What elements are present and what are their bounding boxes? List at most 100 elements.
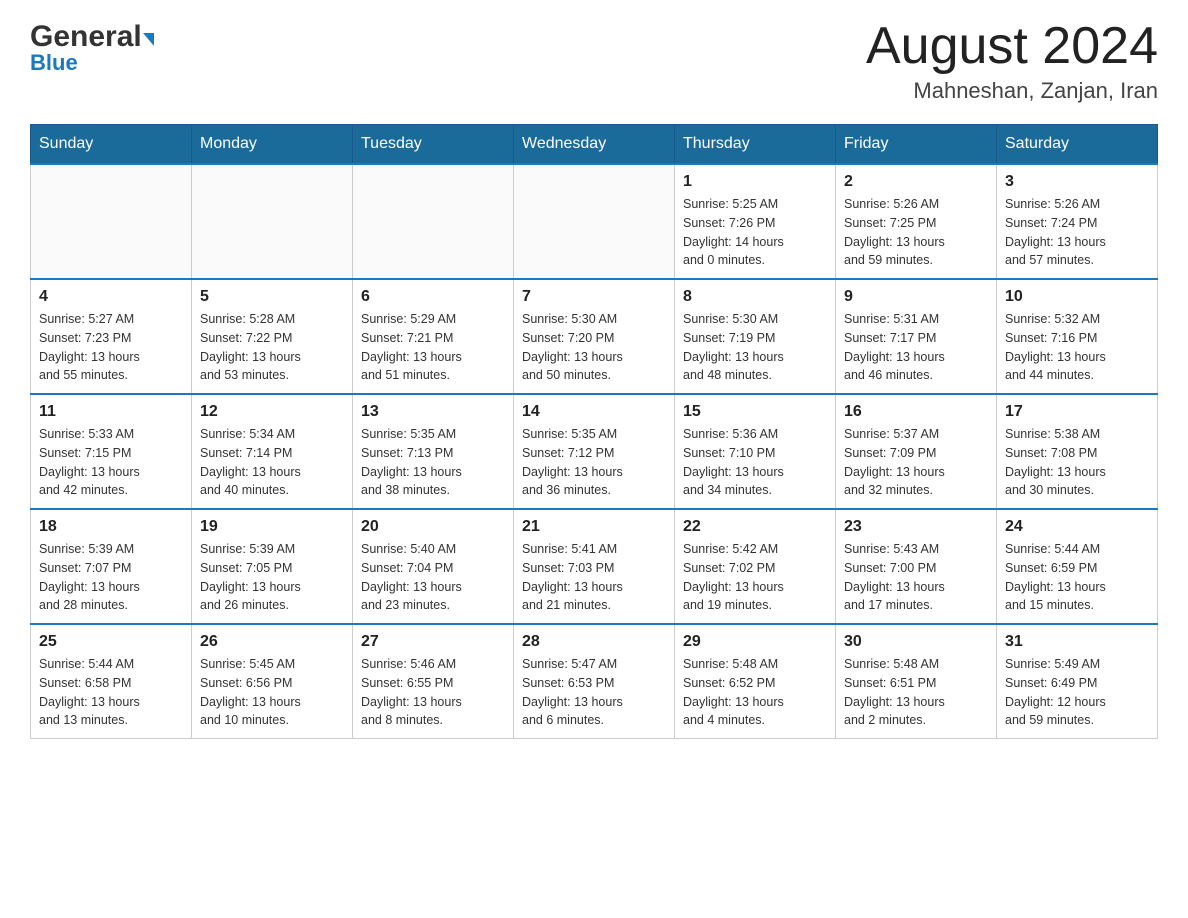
day-number: 31 (1005, 633, 1149, 651)
calendar-day-cell: 9 Sunrise: 5:31 AM Sunset: 7:17 PM Daylig… (836, 279, 997, 394)
calendar-day-cell: 2 Sunrise: 5:26 AM Sunset: 7:25 PM Daylig… (836, 164, 997, 279)
calendar-day-cell: 6Sunrise: 5:29 AM Sunset: 7:21 PM Daylig… (353, 279, 514, 394)
day-number: 17 (1005, 403, 1149, 421)
calendar-day-cell: 30 Sunrise: 5:48 AM Sunset: 6:51 PM Dayli… (836, 624, 997, 739)
day-info: Sunrise: 5:30 AM Sunset: 7:19 PM Dayligh… (683, 310, 827, 385)
calendar-header-row: SundayMondayTuesdayWednesdayThursdayFrid… (31, 125, 1158, 165)
day-info: Sunrise: 5:26 AM Sunset: 7:24 PM Dayligh… (1005, 195, 1149, 270)
day-info: Sunrise: 5:28 AM Sunset: 7:22 PM Dayligh… (200, 310, 344, 385)
calendar-day-cell: 22 Sunrise: 5:42 AM Sunset: 7:02 PM Dayli… (675, 509, 836, 624)
day-number: 14 (522, 403, 666, 421)
logo-general-text: General (30, 20, 142, 54)
calendar-week-row: 18 Sunrise: 5:39 AM Sunset: 7:07 PM Dayli… (31, 509, 1158, 624)
day-of-week-header: Wednesday (514, 125, 675, 165)
calendar-day-cell: 13Sunrise: 5:35 AM Sunset: 7:13 PM Dayli… (353, 394, 514, 509)
day-number: 11 (39, 403, 183, 421)
calendar-day-cell: 7Sunrise: 5:30 AM Sunset: 7:20 PM Daylig… (514, 279, 675, 394)
calendar-day-cell: 14 Sunrise: 5:35 AM Sunset: 7:12 PM Dayli… (514, 394, 675, 509)
day-info: Sunrise: 5:44 AM Sunset: 6:58 PM Dayligh… (39, 655, 183, 730)
day-info: Sunrise: 5:35 AM Sunset: 7:13 PM Dayligh… (361, 425, 505, 500)
day-number: 5 (200, 288, 344, 306)
calendar-day-cell (514, 164, 675, 279)
day-info: Sunrise: 5:48 AM Sunset: 6:51 PM Dayligh… (844, 655, 988, 730)
day-number: 28 (522, 633, 666, 651)
day-info: Sunrise: 5:44 AM Sunset: 6:59 PM Dayligh… (1005, 540, 1149, 615)
day-number: 2 (844, 173, 988, 191)
page-header: General Blue August 2024 Mahneshan, Zanj… (30, 20, 1158, 104)
day-info: Sunrise: 5:34 AM Sunset: 7:14 PM Dayligh… (200, 425, 344, 500)
logo-blue-text: Blue (30, 50, 78, 76)
day-number: 9 (844, 288, 988, 306)
day-number: 1 (683, 173, 827, 191)
day-number: 10 (1005, 288, 1149, 306)
day-of-week-header: Tuesday (353, 125, 514, 165)
day-info: Sunrise: 5:39 AM Sunset: 7:05 PM Dayligh… (200, 540, 344, 615)
day-of-week-header: Monday (192, 125, 353, 165)
calendar-day-cell (192, 164, 353, 279)
logo-arrow-icon (143, 33, 154, 46)
calendar-day-cell: 1 Sunrise: 5:25 AM Sunset: 7:26 PM Daylig… (675, 164, 836, 279)
day-number: 29 (683, 633, 827, 651)
day-info: Sunrise: 5:33 AM Sunset: 7:15 PM Dayligh… (39, 425, 183, 500)
day-info: Sunrise: 5:25 AM Sunset: 7:26 PM Dayligh… (683, 195, 827, 270)
calendar-day-cell: 29 Sunrise: 5:48 AM Sunset: 6:52 PM Dayli… (675, 624, 836, 739)
location-text: Mahneshan, Zanjan, Iran (866, 78, 1158, 104)
month-year-title: August 2024 (866, 20, 1158, 72)
day-of-week-header: Thursday (675, 125, 836, 165)
calendar-table: SundayMondayTuesdayWednesdayThursdayFrid… (30, 124, 1158, 739)
calendar-day-cell: 19 Sunrise: 5:39 AM Sunset: 7:05 PM Dayli… (192, 509, 353, 624)
calendar-day-cell: 21Sunrise: 5:41 AM Sunset: 7:03 PM Dayli… (514, 509, 675, 624)
day-of-week-header: Saturday (997, 125, 1158, 165)
day-info: Sunrise: 5:31 AM Sunset: 7:17 PM Dayligh… (844, 310, 988, 385)
calendar-day-cell: 31 Sunrise: 5:49 AM Sunset: 6:49 PM Dayli… (997, 624, 1158, 739)
day-info: Sunrise: 5:27 AM Sunset: 7:23 PM Dayligh… (39, 310, 183, 385)
calendar-day-cell: 28 Sunrise: 5:47 AM Sunset: 6:53 PM Dayli… (514, 624, 675, 739)
day-info: Sunrise: 5:48 AM Sunset: 6:52 PM Dayligh… (683, 655, 827, 730)
day-info: Sunrise: 5:38 AM Sunset: 7:08 PM Dayligh… (1005, 425, 1149, 500)
day-number: 16 (844, 403, 988, 421)
day-info: Sunrise: 5:42 AM Sunset: 7:02 PM Dayligh… (683, 540, 827, 615)
day-number: 22 (683, 518, 827, 536)
day-number: 20 (361, 518, 505, 536)
calendar-week-row: 11 Sunrise: 5:33 AM Sunset: 7:15 PM Dayli… (31, 394, 1158, 509)
day-number: 30 (844, 633, 988, 651)
day-info: Sunrise: 5:29 AM Sunset: 7:21 PM Dayligh… (361, 310, 505, 385)
calendar-day-cell: 12 Sunrise: 5:34 AM Sunset: 7:14 PM Dayli… (192, 394, 353, 509)
day-info: Sunrise: 5:47 AM Sunset: 6:53 PM Dayligh… (522, 655, 666, 730)
day-number: 7 (522, 288, 666, 306)
day-number: 3 (1005, 173, 1149, 191)
calendar-day-cell: 8Sunrise: 5:30 AM Sunset: 7:19 PM Daylig… (675, 279, 836, 394)
day-info: Sunrise: 5:39 AM Sunset: 7:07 PM Dayligh… (39, 540, 183, 615)
calendar-day-cell: 20 Sunrise: 5:40 AM Sunset: 7:04 PM Dayli… (353, 509, 514, 624)
day-info: Sunrise: 5:40 AM Sunset: 7:04 PM Dayligh… (361, 540, 505, 615)
day-info: Sunrise: 5:32 AM Sunset: 7:16 PM Dayligh… (1005, 310, 1149, 385)
day-number: 18 (39, 518, 183, 536)
day-info: Sunrise: 5:49 AM Sunset: 6:49 PM Dayligh… (1005, 655, 1149, 730)
calendar-day-cell: 27Sunrise: 5:46 AM Sunset: 6:55 PM Dayli… (353, 624, 514, 739)
calendar-day-cell: 24 Sunrise: 5:44 AM Sunset: 6:59 PM Dayli… (997, 509, 1158, 624)
day-number: 25 (39, 633, 183, 651)
day-number: 24 (1005, 518, 1149, 536)
day-number: 19 (200, 518, 344, 536)
calendar-day-cell (31, 164, 192, 279)
day-number: 12 (200, 403, 344, 421)
calendar-day-cell: 5 Sunrise: 5:28 AM Sunset: 7:22 PM Daylig… (192, 279, 353, 394)
day-info: Sunrise: 5:36 AM Sunset: 7:10 PM Dayligh… (683, 425, 827, 500)
day-info: Sunrise: 5:45 AM Sunset: 6:56 PM Dayligh… (200, 655, 344, 730)
logo: General Blue (30, 20, 154, 76)
calendar-day-cell: 25 Sunrise: 5:44 AM Sunset: 6:58 PM Dayli… (31, 624, 192, 739)
calendar-day-cell: 26Sunrise: 5:45 AM Sunset: 6:56 PM Dayli… (192, 624, 353, 739)
calendar-day-cell: 17 Sunrise: 5:38 AM Sunset: 7:08 PM Dayli… (997, 394, 1158, 509)
day-info: Sunrise: 5:35 AM Sunset: 7:12 PM Dayligh… (522, 425, 666, 500)
calendar-day-cell: 23Sunrise: 5:43 AM Sunset: 7:00 PM Dayli… (836, 509, 997, 624)
calendar-day-cell: 11 Sunrise: 5:33 AM Sunset: 7:15 PM Dayli… (31, 394, 192, 509)
calendar-day-cell (353, 164, 514, 279)
day-of-week-header: Friday (836, 125, 997, 165)
day-info: Sunrise: 5:46 AM Sunset: 6:55 PM Dayligh… (361, 655, 505, 730)
calendar-day-cell: 10 Sunrise: 5:32 AM Sunset: 7:16 PM Dayli… (997, 279, 1158, 394)
calendar-week-row: 1 Sunrise: 5:25 AM Sunset: 7:26 PM Daylig… (31, 164, 1158, 279)
day-info: Sunrise: 5:26 AM Sunset: 7:25 PM Dayligh… (844, 195, 988, 270)
calendar-day-cell: 15Sunrise: 5:36 AM Sunset: 7:10 PM Dayli… (675, 394, 836, 509)
day-number: 23 (844, 518, 988, 536)
calendar-day-cell: 4Sunrise: 5:27 AM Sunset: 7:23 PM Daylig… (31, 279, 192, 394)
